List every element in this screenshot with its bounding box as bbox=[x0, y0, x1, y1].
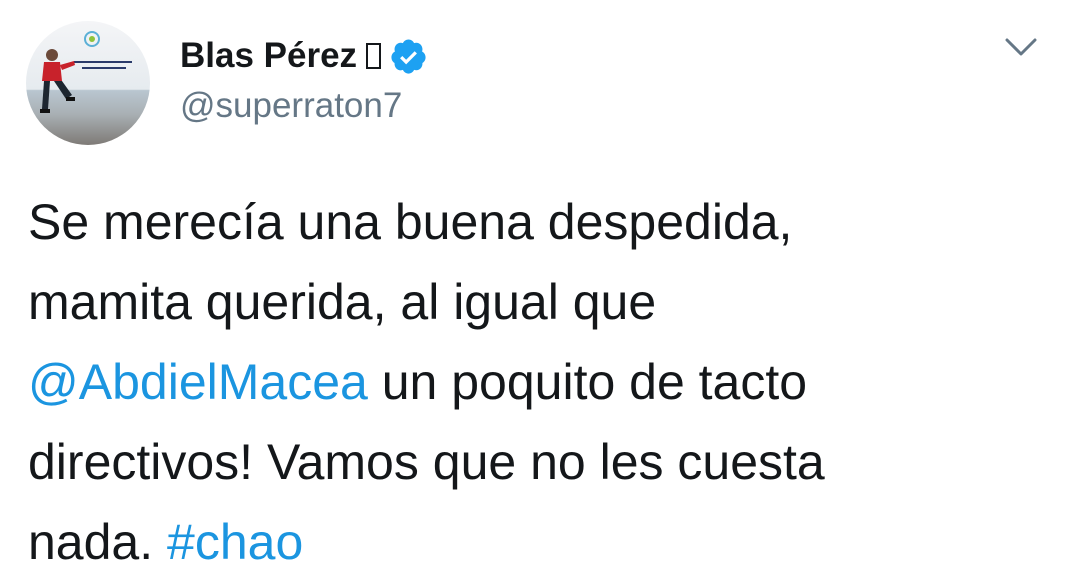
display-name-text[interactable]: Blas Pérez bbox=[180, 36, 357, 76]
verified-badge-icon bbox=[391, 38, 426, 74]
tweet-line-3: @AbdielMacea un poquito de tacto bbox=[28, 342, 1058, 422]
tweet-text: Se merecía una buena despedida, mamita q… bbox=[28, 182, 1058, 582]
avatar[interactable] bbox=[26, 21, 150, 145]
missing-emoji-icon bbox=[366, 43, 382, 69]
user-handle[interactable]: @superraton7 bbox=[180, 86, 402, 126]
tweet-line-5-text: nada. bbox=[28, 514, 168, 570]
tweet-card: Blas Pérez @superraton7 Se merecía una b… bbox=[0, 0, 1068, 580]
avatar-image bbox=[26, 21, 150, 145]
tweet-line-1: Se merecía una buena despedida, bbox=[28, 194, 793, 250]
mention-link[interactable]: @AbdielMacea bbox=[28, 354, 368, 410]
chevron-down-icon[interactable] bbox=[1004, 36, 1038, 60]
tweet-line-3-text: un poquito de tacto bbox=[367, 354, 808, 410]
display-name[interactable]: Blas Pérez bbox=[180, 31, 428, 81]
hashtag-link[interactable]: #chao bbox=[167, 514, 303, 570]
tweet-line-5: nada. #chao bbox=[28, 502, 1058, 582]
tweet-line-2: mamita querida, al igual que bbox=[28, 274, 657, 330]
tweet-line-4: directivos! Vamos que no les cuesta bbox=[28, 434, 825, 490]
